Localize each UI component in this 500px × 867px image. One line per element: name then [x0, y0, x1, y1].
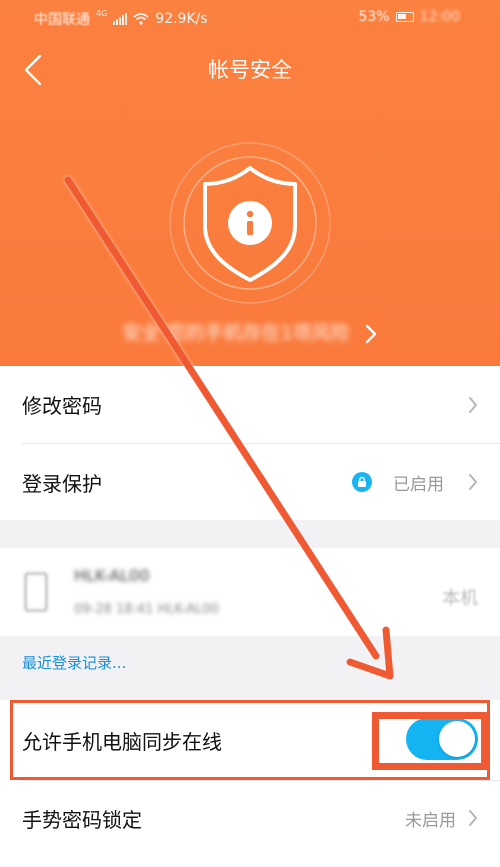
chevron-right-icon	[365, 324, 376, 343]
lock-icon	[352, 472, 372, 492]
login-protection-label: 登录保护	[22, 471, 102, 496]
security-status-badge[interactable]	[167, 140, 333, 306]
risk-summary-text: 安全 您的手机存在1项风险	[122, 322, 350, 344]
chevron-right-icon	[469, 810, 477, 826]
gesture-lock-status: 未启用	[405, 810, 456, 831]
recent-login-records-link[interactable]: 最近登录记录...	[22, 652, 126, 673]
login-protection-status: 已启用	[393, 474, 444, 495]
battery-icon	[395, 12, 414, 22]
battery-percent: 53%	[358, 9, 390, 25]
this-device-label: 本机	[442, 588, 478, 609]
gesture-lock-label: 手势密码锁定	[22, 807, 142, 832]
change-password-label: 修改密码	[22, 394, 102, 418]
sync-online-toggle[interactable]	[406, 718, 478, 760]
signal-icon	[113, 13, 128, 25]
sync-online-label: 允许手机电脑同步在线	[22, 729, 222, 754]
clock: 12:00	[419, 9, 460, 25]
wifi-icon	[133, 13, 149, 25]
change-password-row[interactable]: 修改密码	[0, 366, 500, 443]
login-protection-row[interactable]: 登录保护 已启用	[0, 444, 500, 520]
chevron-right-icon	[469, 396, 477, 413]
phone-icon	[24, 572, 48, 612]
chevron-right-icon	[469, 474, 477, 490]
device-login-info: 09-28 18:41 HLK-AL00	[74, 602, 219, 617]
network-badge: 4G	[96, 9, 108, 18]
security-header: 中国联通 4G 92.9K/s 53% 12:00 帐号安全 安全 您的手机存在…	[0, 0, 500, 372]
page-title: 帐号安全	[208, 58, 292, 82]
gesture-lock-row[interactable]: 手势密码锁定 未启用	[0, 781, 500, 855]
carrier-name: 中国联通	[34, 12, 90, 28]
risk-summary-row[interactable]: 安全 您的手机存在1项风险	[0, 318, 500, 345]
toggle-knob	[439, 721, 475, 757]
device-name: HLK-AL00	[74, 566, 150, 585]
network-speed: 92.9K/s	[155, 11, 208, 27]
device-card[interactable]	[0, 548, 500, 636]
security-settings-card: 修改密码 登录保护 已启用	[0, 366, 500, 520]
shield-info-icon	[169, 142, 331, 304]
status-bar: 中国联通 4G 92.9K/s 53% 12:00	[0, 0, 500, 36]
